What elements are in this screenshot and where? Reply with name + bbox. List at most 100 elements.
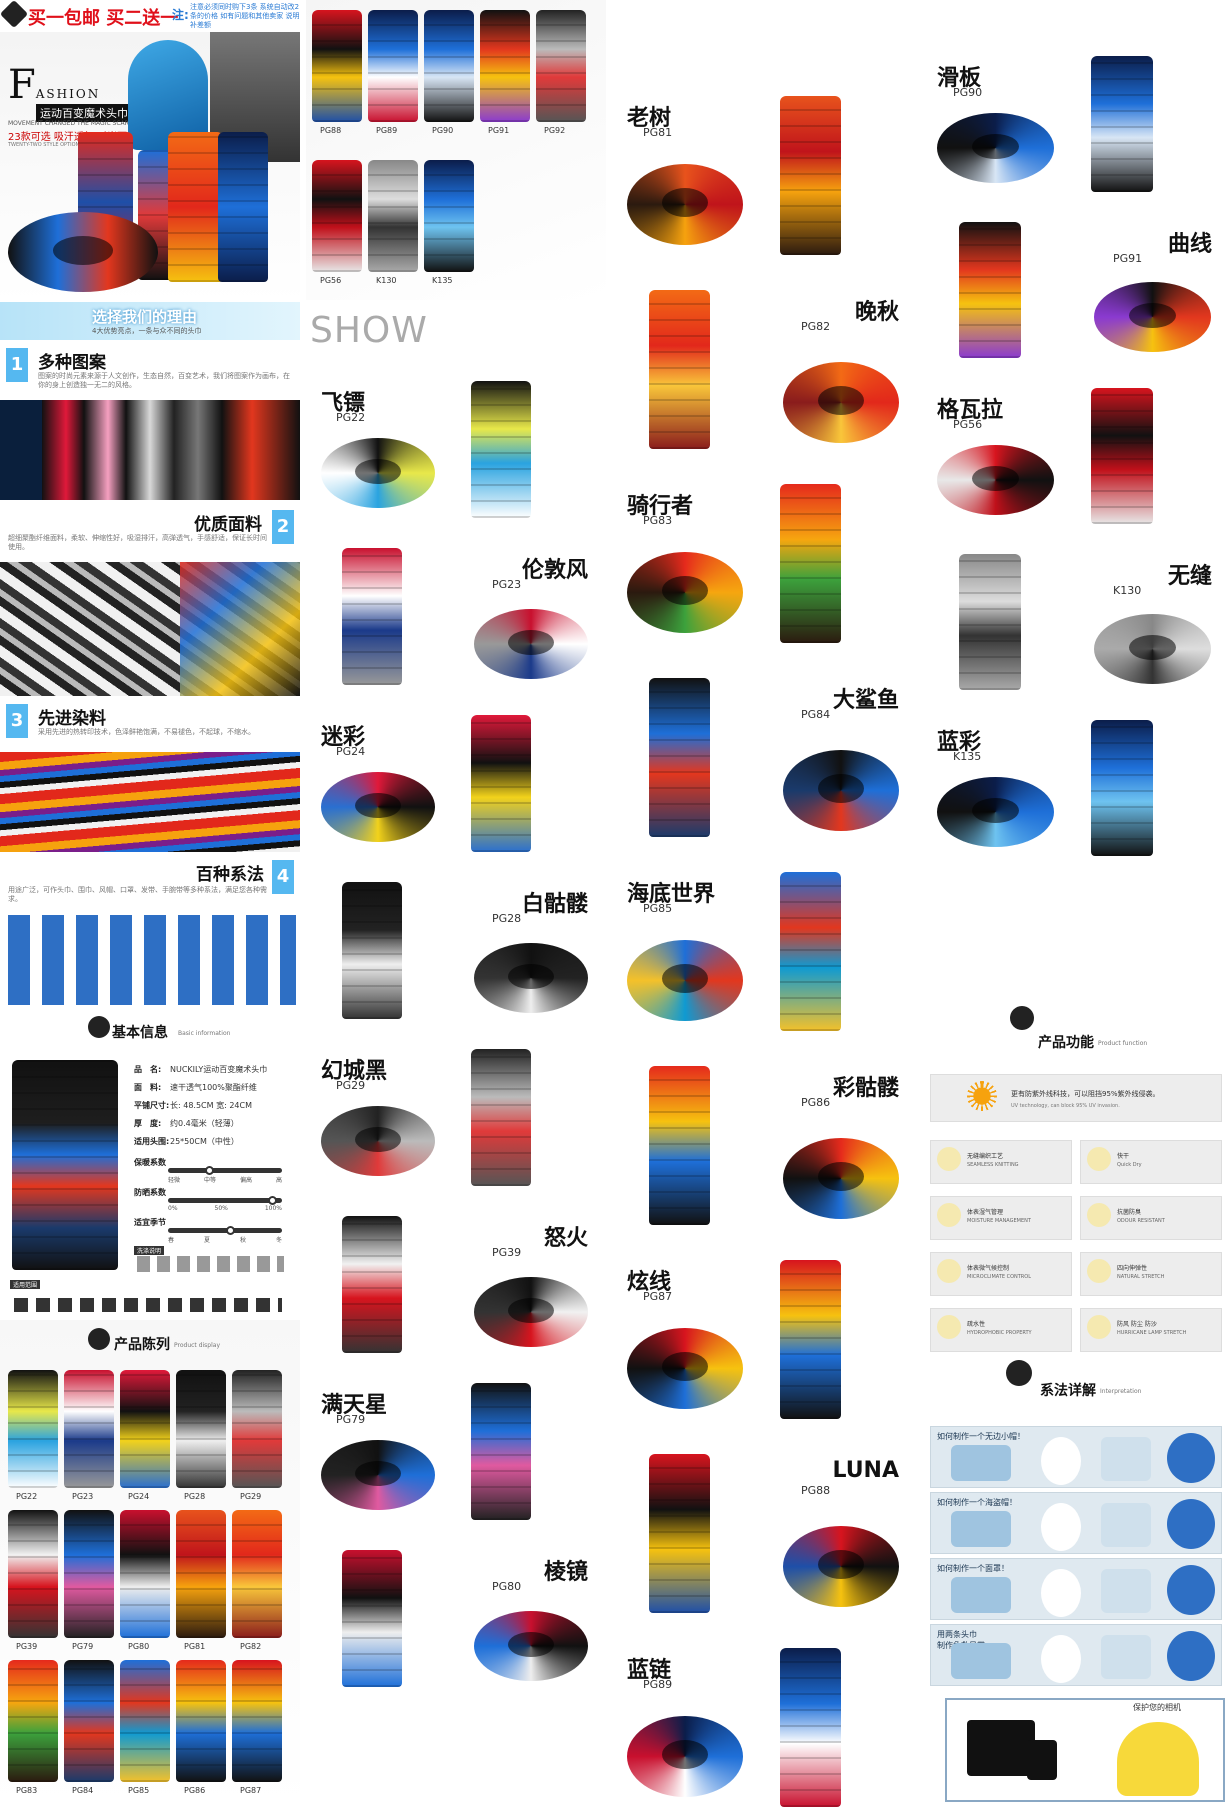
product-card[interactable]: 格瓦拉 PG56 [922, 382, 1230, 542]
function-icon [937, 1147, 961, 1171]
display-code: PG82 [240, 1642, 262, 1651]
scarf-loop-image [474, 943, 588, 1013]
display-item: PG28 [176, 1370, 226, 1508]
washing-label: 洗涤说明 [134, 1246, 165, 1255]
howto-question: 如何制作一个海盗帽！ [937, 1498, 1017, 1507]
product-card[interactable]: 无缝 K130 [922, 548, 1230, 708]
reasons-sub: 4大优势亮点，一条与众不同的头巾 [92, 327, 202, 335]
scarf-tube-image [959, 222, 1021, 358]
display-code: K130 [376, 276, 397, 285]
promo-note: 注意必须同时购下3条 系统自动改2条的价格 如有问题和其他卖家 说明补差额 [190, 3, 300, 29]
camera-box: 保护您的相机 [945, 1698, 1225, 1802]
product-card[interactable]: 彩骷髅 PG86 [612, 1060, 917, 1248]
product-name: 怒火 [543, 1226, 588, 1251]
display-scarf [536, 10, 586, 122]
function-card: 快干 Quick Dry [1080, 1140, 1222, 1184]
product-code: PG85 [643, 902, 673, 915]
usage-label: 适用范围 [10, 1280, 41, 1289]
product-card[interactable]: 飞镖 PG22 [306, 375, 606, 536]
product-card[interactable]: 大鲨鱼 PG84 [612, 672, 917, 860]
product-code: PG24 [336, 745, 366, 758]
display-scarf [120, 1660, 170, 1782]
product-card[interactable]: LUNA PG88 [612, 1448, 917, 1636]
product-card[interactable]: 海底世界 PG85 [612, 866, 917, 1054]
display-scarf [64, 1370, 114, 1488]
display-item: K130 [368, 160, 418, 292]
product-card[interactable]: 炫线 PG87 [612, 1254, 917, 1442]
product-card[interactable]: 伦敦风 PG23 [306, 542, 606, 703]
product-card[interactable]: 骑行者 PG83 [612, 478, 917, 666]
display-item: K135 [424, 160, 474, 292]
usage-icons [10, 1298, 282, 1312]
product-code: PG82 [801, 320, 831, 333]
product-name: 曲线 [1167, 232, 1212, 257]
display-scarf [120, 1510, 170, 1638]
ink-blot-icon [88, 1328, 110, 1350]
function-card-title: 快干 [1117, 1153, 1130, 1160]
display-scarf [232, 1510, 282, 1638]
howto-row: 用两条头巾 制作急救吊带 [930, 1624, 1222, 1686]
display-item: PG79 [64, 1510, 114, 1658]
product-card[interactable]: 滑板 PG90 [922, 50, 1230, 210]
display-code: PG39 [16, 1642, 38, 1651]
scarf-loop-image [937, 445, 1054, 515]
display-scarf [312, 10, 362, 122]
show-label: SHOW [310, 310, 428, 351]
scarf-loop-image [627, 940, 743, 1021]
display-scarf [368, 10, 418, 122]
scarf-loop-image [627, 552, 743, 633]
scarf-tube-image [780, 1648, 841, 1807]
display-item: PG90 [424, 10, 474, 142]
display-code: PG89 [376, 126, 398, 135]
intro-column: 买一包邮 买二送一 注: 注意必须同时购下3条 系统自动改2条的价格 如有问题和… [0, 0, 300, 1810]
function-card-en: MOISTURE MANAGEMENT [967, 1218, 1031, 1224]
display-item: PG88 [312, 10, 362, 142]
product-card[interactable]: 晚秋 PG82 [612, 284, 917, 472]
scarf-tube-image [649, 678, 710, 837]
howto-title-en: Interpretation [1100, 1388, 1142, 1395]
product-card[interactable]: 怒火 PG39 [306, 1210, 606, 1371]
product-card[interactable]: 蓝链 PG89 [612, 1642, 917, 1810]
reasons-banner: 选择我们的理由 4大优势亮点，一条与众不同的头巾 [0, 302, 300, 340]
function-card: 疏水性 HYDROPHOBIC PROPERTY [930, 1308, 1072, 1352]
display-title-en: Product display [174, 1342, 220, 1349]
function-card-title: 无缝编织工艺 [967, 1153, 1004, 1160]
spec-row-thickness: 厚 度: 约0.4毫米（轻薄） [134, 1119, 239, 1128]
product-name: 大鲨鱼 [832, 688, 899, 713]
display-item: PG83 [8, 1660, 58, 1802]
product-name: 伦敦风 [521, 558, 588, 583]
product-card[interactable]: 蓝彩 K135 [922, 714, 1230, 874]
function-card: 无缝编织工艺 SEAMLESS KNITTING [930, 1140, 1072, 1184]
display-scarf [120, 1370, 170, 1488]
product-photo [12, 1060, 118, 1270]
scarf-loop-image [1094, 614, 1211, 684]
howto-question: 如何制作一个面罩！ [937, 1564, 1009, 1573]
logo-icon [0, 0, 29, 29]
scarf-loop-image [474, 609, 588, 679]
uv-card: 更有防紫外线科技，可以阻挡95%紫外线侵袭。 UV technology, ca… [930, 1074, 1222, 1122]
product-code: PG23 [492, 578, 522, 591]
function-card-title: 疏水性 [967, 1321, 986, 1328]
function-card-en: NATURAL STRETCH [1117, 1274, 1165, 1280]
product-card[interactable]: 曲线 PG91 [922, 216, 1230, 376]
product-card[interactable]: 白骷髅 PG28 [306, 876, 606, 1037]
display-code: K135 [432, 276, 453, 285]
top-grid: PG88 PG89 PG90 PG91 PG92 PG56 K130 K135 [306, 0, 606, 300]
product-card[interactable]: 老树 PG81 [612, 90, 917, 278]
function-title: 产品功能 [1038, 1035, 1094, 1051]
scarf-loop-image [783, 750, 899, 831]
product-name: 无缝 [1167, 564, 1212, 589]
product-code: PG29 [336, 1079, 366, 1092]
washing-icons [134, 1256, 284, 1272]
scarf-tube-image [780, 872, 841, 1031]
product-card[interactable]: 迷彩 PG24 [306, 709, 606, 870]
ink-blot-icon [1006, 1360, 1032, 1386]
product-code: PG87 [643, 1290, 673, 1303]
product-card[interactable]: 棱镜 PG80 [306, 1544, 606, 1705]
product-card[interactable]: 幻城黑 PG29 [306, 1043, 606, 1204]
display-scarf [424, 160, 474, 272]
scarf-tube-image [780, 96, 841, 255]
feature-title-1: 多种图案 [38, 353, 106, 373]
product-card[interactable]: 满天星 PG79 [306, 1377, 606, 1538]
season-scale: 适宜季节 春夏秋冬 [134, 1218, 282, 1244]
